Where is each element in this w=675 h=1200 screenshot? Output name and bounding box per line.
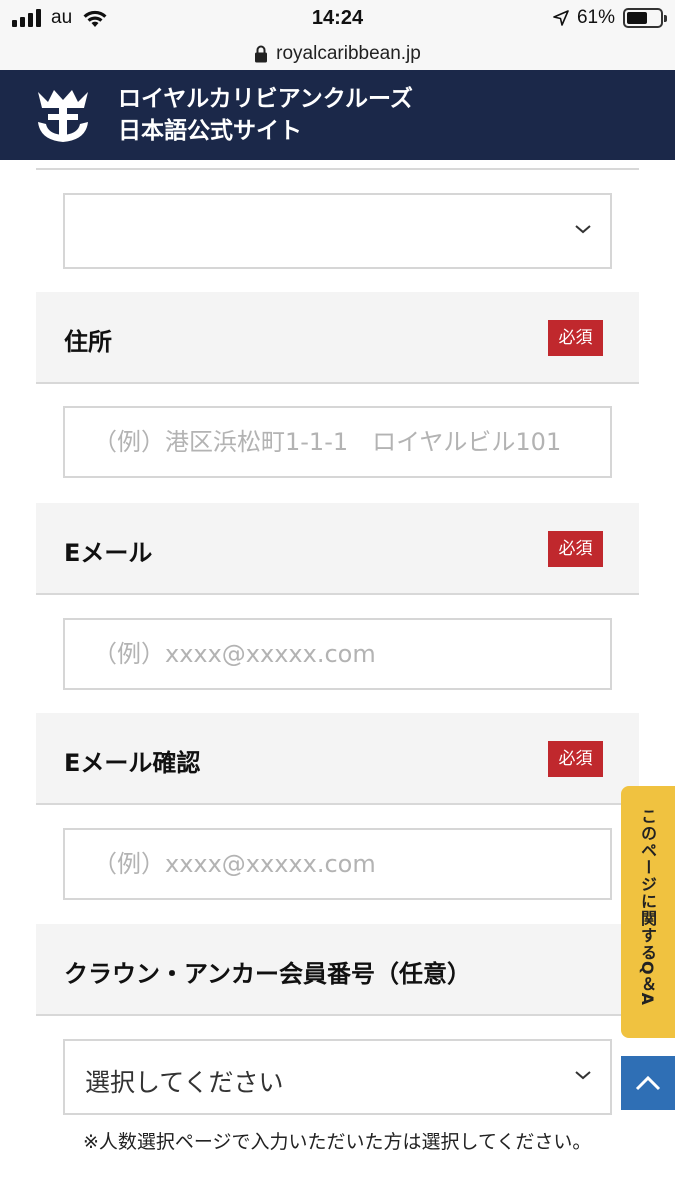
- location-arrow-icon: [553, 10, 569, 26]
- email-field-header: Eメール 必須: [36, 503, 639, 595]
- site-title[interactable]: ロイヤルカリビアンクルーズ 日本語公式サイト: [118, 83, 413, 147]
- crown-anchor-select-value: 選択してください: [85, 1068, 284, 1097]
- qa-side-tab-label: このページに関するQ＆A: [638, 808, 657, 1006]
- battery-percent: 61%: [576, 7, 615, 28]
- section-divider: [36, 168, 639, 170]
- email-confirm-input[interactable]: [63, 828, 612, 900]
- status-bar: au 14:24 61%: [0, 0, 675, 38]
- site-title-line2: 日本語公式サイト: [118, 118, 302, 144]
- crown-anchor-select[interactable]: 選択してください: [63, 1039, 612, 1115]
- email-input[interactable]: [63, 618, 612, 690]
- email-confirm-field-header: Eメール確認 必須: [36, 713, 639, 805]
- back-to-top-button[interactable]: [621, 1056, 675, 1110]
- url-text: royalcaribbean.jp: [276, 43, 421, 64]
- crown-anchor-note: ※人数選択ページで入力いただいた方は選択してください。: [83, 1131, 592, 1153]
- site-header: ロイヤルカリビアンクルーズ 日本語公式サイト: [0, 70, 675, 160]
- email-label: Eメール: [64, 539, 153, 567]
- email-confirm-label: Eメール確認: [64, 749, 201, 777]
- crown-anchor-label: クラウン・アンカー会員番号（任意）: [64, 960, 472, 988]
- crown-anchor-field-header: クラウン・アンカー会員番号（任意）: [36, 924, 639, 1016]
- chevron-up-icon: [635, 1075, 661, 1091]
- crown-anchor-logo[interactable]: [34, 84, 92, 146]
- url-bar[interactable]: royalcaribbean.jp: [0, 38, 675, 70]
- battery-icon: [623, 8, 667, 28]
- chevron-down-icon: [575, 1071, 591, 1080]
- qa-side-tab[interactable]: このページに関するQ＆A: [621, 786, 675, 1038]
- site-title-line1: ロイヤルカリビアンクルーズ: [118, 86, 413, 112]
- address-input[interactable]: [63, 406, 612, 478]
- required-badge: 必須: [548, 320, 603, 356]
- top-select[interactable]: [63, 193, 612, 269]
- lock-icon: [255, 45, 268, 63]
- chevron-down-icon: [575, 225, 591, 234]
- address-field-header: 住所 必須: [36, 292, 639, 384]
- required-badge: 必須: [548, 741, 603, 777]
- address-label: 住所: [64, 328, 112, 356]
- required-badge: 必須: [548, 531, 603, 567]
